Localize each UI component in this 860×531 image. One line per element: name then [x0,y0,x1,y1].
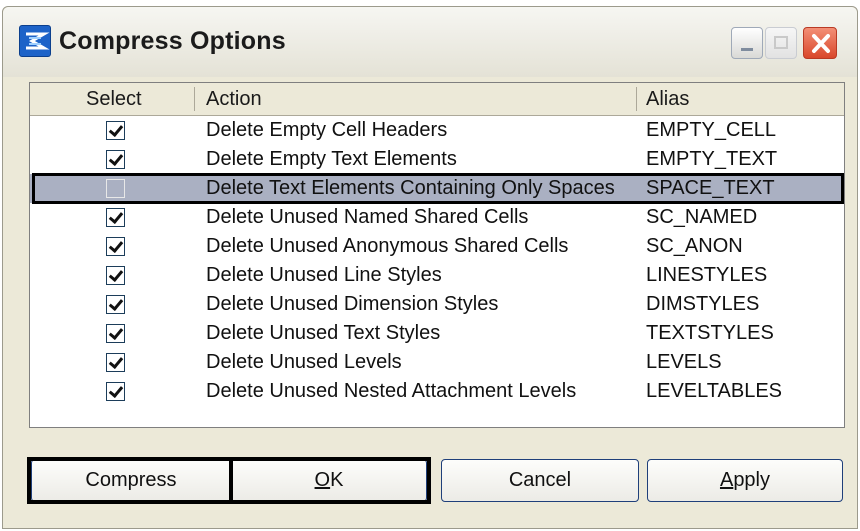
action-text: Delete Unused Levels [206,351,402,373]
select-checkbox[interactable] [106,295,125,314]
apply-label-rest: pply [733,469,771,491]
column-header-alias[interactable]: Alias [646,83,689,115]
list-row[interactable]: Delete Unused Line Styles LINESTYLES [30,261,844,290]
alias-text: SPACE_TEXT [646,177,775,199]
list-row[interactable]: Delete Unused Anonymous Shared Cells SC_… [30,232,844,261]
action-text: Delete Empty Text Elements [206,148,457,170]
action-text: Delete Unused Nested Attachment Levels [206,380,577,402]
ok-label-rest: K [330,469,344,491]
list-row[interactable]: Delete Unused Named Shared Cells SC_NAME… [30,203,844,232]
list-row-selected[interactable]: Delete Text Elements Containing Only Spa… [30,174,844,203]
close-button[interactable] [803,27,837,59]
compress-button[interactable]: Compress [31,459,231,502]
select-checkbox[interactable] [106,266,125,285]
close-icon [812,34,830,53]
alias-text: SC_ANON [646,235,743,257]
action-text: Delete Unused Anonymous Shared Cells [206,235,569,257]
minimize-button[interactable] [731,27,763,59]
select-checkbox[interactable] [106,179,125,198]
action-text: Delete Empty Cell Headers [206,119,448,141]
action-text: Delete Unused Named Shared Cells [206,206,529,228]
list-row[interactable]: Delete Unused Levels LEVELS [30,348,844,377]
list-header: Select Action Alias [30,83,844,116]
cancel-button[interactable]: Cancel [441,459,639,502]
alias-text: LEVELTABLES [646,380,782,402]
action-text: Delete Unused Text Styles [206,322,441,344]
action-text: Delete Unused Dimension Styles [206,293,499,315]
alias-text: SC_NAMED [646,206,758,228]
apply-accelerator: A [719,469,734,491]
select-checkbox[interactable] [106,324,125,343]
column-header-select[interactable]: Select [86,83,142,115]
alias-text: EMPTY_CELL [646,119,777,141]
window-title: Compress Options [59,27,286,55]
select-checkbox[interactable] [106,353,125,372]
apply-button[interactable]: Apply [647,459,843,502]
select-checkbox[interactable] [106,208,125,227]
alias-text: EMPTY_TEXT [646,148,778,170]
column-divider[interactable] [636,87,637,111]
title-bar[interactable]: Compress Options [3,7,857,77]
list-row[interactable]: Delete Empty Cell Headers EMPTY_CELL [30,116,844,145]
ok-accelerator: O [314,469,331,491]
list-row[interactable]: Delete Empty Text Elements EMPTY_TEXT [30,145,844,174]
column-header-action[interactable]: Action [206,83,262,115]
select-checkbox[interactable] [106,237,125,256]
select-checkbox[interactable] [106,382,125,401]
column-divider[interactable] [194,87,195,111]
action-text: Delete Unused Line Styles [206,264,442,286]
compress-options-dialog: Compress Options Select Action Alias Del… [2,6,858,529]
maximize-button[interactable] [765,27,797,59]
select-checkbox[interactable] [106,121,125,140]
compress-options-list[interactable]: Select Action Alias Delete Empty Cell He… [29,82,845,428]
app-logo-icon [19,25,51,57]
alias-text: TEXTSTYLES [646,322,774,344]
list-row[interactable]: Delete Unused Nested Attachment Levels L… [30,377,844,406]
list-row[interactable]: Delete Unused Text Styles TEXTSTYLES [30,319,844,348]
alias-text: LEVELS [646,351,722,373]
select-checkbox[interactable] [106,150,125,169]
list-row[interactable]: Delete Unused Dimension Styles DIMSTYLES [30,290,844,319]
ok-button[interactable]: OK [231,459,427,502]
alias-text: LINESTYLES [646,264,768,286]
action-text: Delete Text Elements Containing Only Spa… [206,177,615,199]
alias-text: DIMSTYLES [646,293,760,315]
